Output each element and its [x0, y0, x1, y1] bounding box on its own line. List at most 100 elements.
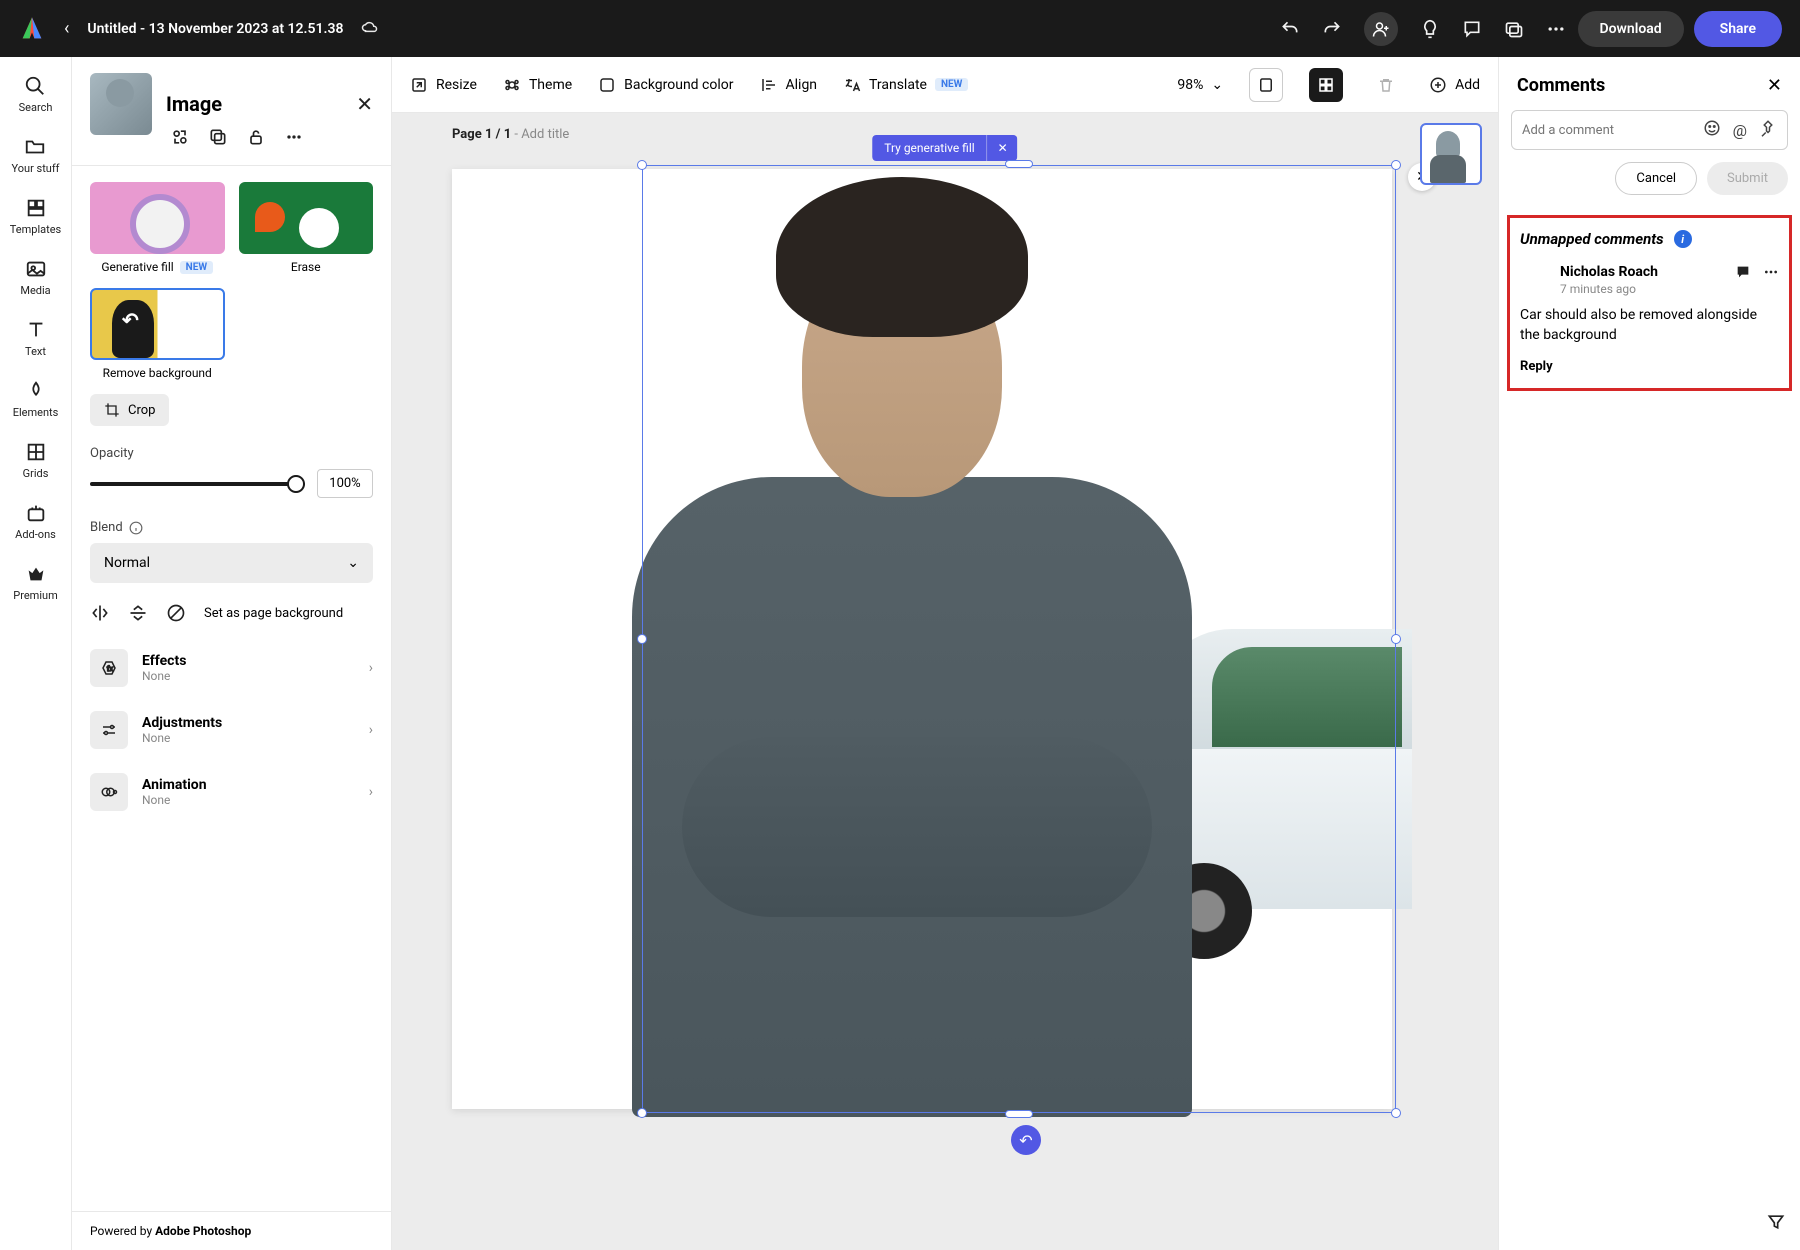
pill-close-icon[interactable]: ✕: [987, 135, 1018, 161]
opacity-value[interactable]: 100%: [317, 469, 373, 498]
grids-icon: [25, 441, 47, 463]
rail-grids[interactable]: Grids: [23, 441, 49, 480]
background-color-button[interactable]: Background color: [598, 76, 733, 94]
rail-templates[interactable]: Templates: [10, 197, 61, 236]
resize-handle[interactable]: [637, 634, 647, 644]
resize-handle[interactable]: [1005, 160, 1033, 168]
left-rail: Search Your stuff Templates Media Text E…: [0, 57, 72, 1250]
cancel-button[interactable]: Cancel: [1615, 162, 1697, 195]
share-button[interactable]: Share: [1694, 11, 1782, 47]
properties-panel: Image ✕ Generative fillNEW Erase Remove …: [72, 57, 392, 1250]
cloud-sync-icon[interactable]: [361, 19, 379, 38]
generative-fill-pill: Try generative fill ✕: [872, 135, 1017, 161]
unmapped-label: Unmapped comments: [1520, 230, 1664, 248]
more-icon[interactable]: [1546, 19, 1566, 39]
rail-elements[interactable]: Elements: [13, 380, 59, 419]
comment-time: 7 minutes ago: [1560, 282, 1779, 296]
resize-handle[interactable]: [1391, 634, 1401, 644]
grid-view-icon[interactable]: [1309, 68, 1343, 102]
more-options-icon[interactable]: [284, 127, 304, 147]
duplicate-icon[interactable]: [208, 127, 228, 147]
submit-button: Submit: [1707, 162, 1788, 195]
info-icon[interactable]: i: [1674, 230, 1692, 248]
comments-title: Comments: [1517, 75, 1605, 96]
reply-button[interactable]: Reply: [1520, 359, 1779, 374]
emoji-icon[interactable]: [1703, 119, 1721, 141]
pin-icon[interactable]: [1759, 119, 1777, 141]
lock-icicon[interactable]: [246, 127, 266, 147]
idea-icon[interactable]: [1420, 19, 1440, 39]
rail-media[interactable]: Media: [20, 258, 50, 297]
rail-text[interactable]: Text: [25, 319, 47, 358]
flip-vertical-icon[interactable]: [128, 603, 148, 623]
text-icon: [25, 319, 47, 341]
invite-icon[interactable]: [1364, 12, 1398, 46]
resize-handle[interactable]: [637, 160, 647, 170]
mention-icon[interactable]: @: [1733, 121, 1747, 140]
comment-input-wrap: @: [1511, 110, 1788, 150]
generative-fill-card[interactable]: Generative fillNEW: [90, 182, 225, 274]
panel-close-icon[interactable]: ✕: [356, 92, 373, 116]
remove-background-card[interactable]: Remove background: [90, 288, 225, 380]
flip-horizontal-icon[interactable]: [90, 603, 110, 623]
animation-row[interactable]: AnimationNone ›: [72, 761, 391, 823]
opacity-slider[interactable]: [90, 482, 305, 486]
add-page-button[interactable]: Add: [1429, 76, 1480, 94]
redo-icon[interactable]: [1322, 19, 1342, 39]
effects-row[interactable]: fx EffectsNone ›: [72, 637, 391, 699]
comment-input[interactable]: [1522, 123, 1691, 138]
erase-card[interactable]: Erase: [239, 182, 374, 274]
page-view-icon[interactable]: [1249, 68, 1283, 102]
blend-select[interactable]: Normal ⌄: [90, 543, 373, 583]
rail-your-stuff[interactable]: Your stuff: [11, 136, 59, 175]
back-button[interactable]: ‹: [64, 18, 69, 39]
comment-thread-icon[interactable]: [1735, 264, 1751, 284]
page-thumbnail[interactable]: [1420, 123, 1482, 185]
rail-premium[interactable]: Premium: [13, 563, 57, 602]
resize-button[interactable]: Resize: [410, 76, 477, 94]
replace-icon[interactable]: [170, 127, 190, 147]
revert-icon[interactable]: ↶: [1011, 1125, 1041, 1155]
chevron-right-icon: ›: [369, 784, 373, 800]
resize-handle[interactable]: [637, 1108, 647, 1118]
chevron-down-icon: ⌄: [1211, 77, 1223, 93]
page-indicator[interactable]: Page 1 / 1 - Add title: [452, 127, 569, 142]
align-button[interactable]: Align: [760, 76, 818, 94]
undo-icon[interactable]: [1280, 19, 1300, 39]
zoom-control[interactable]: 98%⌄: [1177, 77, 1223, 93]
download-button[interactable]: Download: [1578, 11, 1684, 47]
theme-button[interactable]: Theme: [503, 76, 572, 94]
media-icon: [25, 258, 47, 280]
svg-text:fx: fx: [107, 664, 114, 673]
erase-thumb: [239, 182, 374, 254]
generative-fill-thumb: [90, 182, 225, 254]
translate-button[interactable]: TranslateNEW: [843, 76, 968, 94]
templates-icon: [25, 197, 47, 219]
app-logo[interactable]: [18, 15, 46, 43]
rail-addons[interactable]: Add-ons: [15, 502, 56, 541]
comment-more-icon[interactable]: [1763, 264, 1779, 284]
canvas-area: Resize Theme Background color Align Tran…: [392, 57, 1498, 1250]
delete-icon: [1369, 68, 1403, 102]
set-background-link[interactable]: Set as page background: [204, 606, 343, 621]
no-background-icon[interactable]: [166, 603, 186, 623]
comment-icon[interactable]: [1462, 19, 1482, 39]
filter-icon[interactable]: [1766, 1212, 1786, 1236]
top-actions: [1280, 12, 1566, 46]
resize-handle[interactable]: [1391, 1108, 1401, 1118]
resize-handle[interactable]: [1391, 160, 1401, 170]
selection-bounds[interactable]: [642, 165, 1396, 1113]
new-badge: NEW: [180, 261, 213, 274]
info-icon[interactable]: [129, 521, 143, 535]
document-title[interactable]: Untitled - 13 November 2023 at 12.51.38: [87, 21, 343, 37]
resize-handle[interactable]: [1005, 1110, 1033, 1118]
rail-search[interactable]: Search: [19, 75, 53, 114]
adjustments-row[interactable]: AdjustmentsNone ›: [72, 699, 391, 761]
powered-by: Powered by Adobe Photoshop: [72, 1211, 391, 1250]
chevron-down-icon: ⌄: [347, 555, 359, 571]
crop-button[interactable]: Crop: [90, 394, 169, 426]
folder-icon: [24, 136, 46, 158]
present-icon[interactable]: [1504, 19, 1524, 39]
comments-close-icon[interactable]: ✕: [1767, 75, 1782, 96]
comment-card[interactable]: Nicholas Roach 7 minutes ago Car should …: [1520, 264, 1779, 374]
